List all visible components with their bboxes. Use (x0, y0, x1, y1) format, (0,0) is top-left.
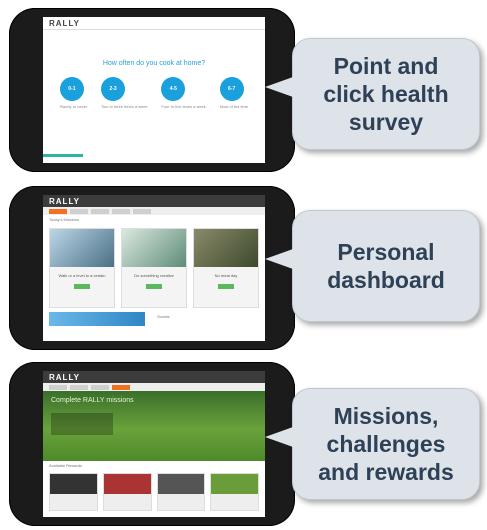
section-title: Today's Missions (49, 217, 80, 222)
mission-card[interactable]: Walk or a level to a certain (49, 228, 115, 308)
lower-title: Guests (157, 314, 170, 319)
mission-cards: Walk or a level to a certain Do somethin… (43, 224, 265, 312)
phone-frame-survey: RALLY How often do you cook at home? 0-1… (9, 8, 295, 172)
nav-tab[interactable] (49, 208, 67, 214)
callout-line: Personal (337, 239, 435, 265)
dashboard-screen: RALLY Today's Missions Walk or a level t… (43, 195, 265, 341)
reward-image (50, 474, 97, 494)
rewards-nav (43, 383, 265, 391)
option-circle[interactable]: 0-1 (59, 77, 84, 101)
nav-tab[interactable] (133, 208, 151, 214)
option-label: Two to three times a week (101, 104, 148, 109)
option-label: Four to five times a week (161, 104, 206, 109)
survey-screen: RALLY How often do you cook at home? 0-1… (43, 17, 265, 163)
mission-button[interactable] (218, 284, 234, 289)
callout-line: and rewards (318, 459, 454, 485)
mission-image (50, 229, 114, 267)
phone-frame-dashboard: RALLY Today's Missions Walk or a level t… (9, 186, 295, 350)
mission-card[interactable]: No meat day (193, 228, 259, 308)
dashboard-lower: Guests (43, 312, 265, 326)
reward-list (43, 470, 265, 514)
mission-title: No meat day (214, 273, 238, 278)
survey-question: How often do you cook at home? (102, 60, 206, 67)
mission-title: Walk or a level to a certain (58, 273, 106, 278)
nav-tab[interactable] (91, 384, 109, 390)
survey-option[interactable]: 2-3 Two to three times a week (101, 77, 148, 109)
survey-option[interactable]: 6-7 Most of the time (219, 77, 249, 109)
callout-survey: Point and click health survey (265, 38, 480, 150)
nav-tab[interactable] (70, 384, 88, 390)
nav-tab[interactable] (112, 384, 130, 390)
reward-card[interactable] (102, 473, 152, 511)
rally-logo: RALLY (49, 372, 80, 382)
survey-option[interactable]: 4-5 Four to five times a week (161, 77, 206, 109)
hero-title: Complete RALLY missions (51, 397, 134, 404)
reward-card[interactable] (49, 473, 98, 511)
callout-line: click health (323, 81, 449, 107)
rewards-screen: RALLY Complete RALLY missions Available … (43, 371, 265, 517)
callout-line: Missions, (333, 403, 439, 429)
rally-logo: RALLY (49, 196, 80, 206)
callout-line: challenges (326, 431, 446, 457)
mission-button[interactable] (146, 284, 162, 289)
option-label: Rarely or never (59, 104, 88, 109)
survey-option[interactable]: 0-1 Rarely or never (59, 77, 88, 109)
reward-image (211, 474, 258, 494)
callout-line: dashboard (327, 267, 445, 293)
nav-tab[interactable] (112, 208, 130, 214)
hero-textbox (51, 413, 113, 435)
option-circle[interactable]: 6-7 (219, 77, 244, 101)
dashboard-nav (43, 207, 265, 215)
option-circle[interactable]: 2-3 (101, 77, 126, 101)
progress-stripe (43, 154, 83, 157)
mission-image (194, 229, 258, 267)
reward-image (103, 474, 151, 494)
dashboard-topbar: RALLY (43, 195, 265, 207)
nav-tab[interactable] (49, 384, 67, 390)
reward-card[interactable] (210, 473, 259, 511)
mission-button[interactable] (74, 284, 90, 289)
reward-image (157, 474, 205, 494)
lower-banner (49, 312, 145, 326)
callout-dashboard: Personal dashboard (265, 210, 480, 322)
callout-line: Point and (333, 53, 439, 79)
callout-rewards: Missions, challenges and rewards (265, 388, 480, 500)
rewards-topbar: RALLY (43, 371, 265, 383)
rewards-hero: Complete RALLY missions (43, 391, 265, 461)
survey-topbar: RALLY (43, 17, 265, 30)
survey-options: 0-1 Rarely or never 2-3 Two to three tim… (53, 77, 255, 109)
callout-line: survey (348, 109, 424, 135)
option-circle[interactable]: 4-5 (161, 77, 186, 101)
phone-frame-rewards: RALLY Complete RALLY missions Available … (9, 362, 295, 526)
rally-logo: RALLY (49, 18, 80, 28)
mission-title: Do something creative (134, 273, 174, 278)
mission-card[interactable]: Do something creative (121, 228, 187, 308)
mission-image (122, 229, 186, 267)
reward-card[interactable] (156, 473, 206, 511)
option-label: Most of the time (219, 104, 249, 109)
nav-tab[interactable] (91, 208, 109, 214)
nav-tab[interactable] (70, 208, 88, 214)
section-title: Available Rewards (49, 463, 83, 468)
